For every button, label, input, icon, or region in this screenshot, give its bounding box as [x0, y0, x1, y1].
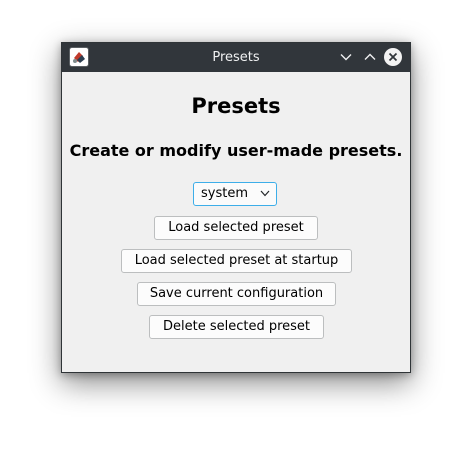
close-button[interactable]: [384, 48, 402, 66]
preset-select[interactable]: system: [193, 182, 277, 206]
chevron-down-icon: [260, 190, 270, 197]
page-subtitle: Create or modify user-made presets.: [69, 141, 403, 160]
chevron-down-icon: [340, 54, 352, 61]
preset-select-value: system: [201, 186, 248, 201]
dialog-content: Presets Create or modify user-made prese…: [62, 72, 410, 372]
load-preset-at-startup-button[interactable]: Load selected preset at startup: [121, 249, 352, 273]
presets-window: Presets Presets Create or modify user-ma…: [61, 42, 411, 373]
title-bar[interactable]: Presets: [62, 43, 410, 72]
save-configuration-button[interactable]: Save current configuration: [137, 282, 336, 306]
close-icon: [388, 52, 398, 62]
window-title: Presets: [212, 50, 260, 65]
delete-preset-button[interactable]: Delete selected preset: [149, 315, 324, 339]
load-preset-button[interactable]: Load selected preset: [154, 216, 318, 240]
maximize-button[interactable]: [361, 48, 379, 66]
page-title: Presets: [191, 94, 281, 118]
minimize-button[interactable]: [337, 48, 355, 66]
chevron-up-icon: [364, 53, 376, 60]
